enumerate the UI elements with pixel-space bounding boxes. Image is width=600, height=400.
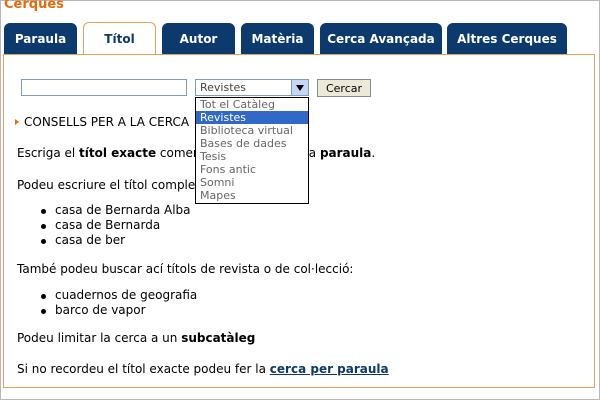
tab-bar: Paraula Títol Autor Matèria Cerca Avança… [3, 22, 597, 55]
bullet-arrow-icon [15, 119, 19, 125]
text: Si no recordeu el títol exacte podeu fer… [17, 362, 270, 376]
tab-altres-cerques[interactable]: Altres Cerques [447, 23, 567, 54]
list-item: casa de ber [17, 233, 191, 248]
catalog-select[interactable]: Revistes [195, 79, 309, 96]
option-biblioteca-virtual[interactable]: Biblioteca virtual [196, 124, 308, 137]
advice-heading-text: CONSELLS PER A LA CERCA [24, 115, 190, 129]
list-item: barco de vapor [17, 303, 197, 318]
option-tot-el-cataleg[interactable]: Tot el Catàleg [196, 98, 308, 111]
tab-label: Altres Cerques [457, 31, 557, 46]
word-search-paragraph: Si no recordeu el títol exacte podeu fer… [17, 362, 389, 376]
journal-titles-paragraph: També podeu buscar ací títols de revista… [17, 262, 354, 276]
list-item: casa de Bernarda [17, 218, 191, 233]
option-bases-de-dades[interactable]: Bases de dades [196, 137, 308, 150]
catalog-dropdown-list: Tot el Catàleg Revistes Biblioteca virtu… [195, 97, 309, 204]
emphasis: subcatàleg [181, 331, 256, 345]
option-revistes[interactable]: Revistes [196, 111, 308, 124]
advice-heading: CONSELLS PER A LA CERCA [15, 115, 189, 129]
tab-titol[interactable]: Títol [83, 22, 156, 55]
list-item: casa de Bernarda Alba [17, 203, 191, 218]
emphasis: títol exacte [79, 146, 157, 160]
tab-paraula[interactable]: Paraula [4, 23, 77, 54]
search-input[interactable] [21, 79, 187, 96]
word-search-link[interactable]: cerca per paraula [270, 362, 389, 376]
option-tesis[interactable]: Tesis [196, 150, 308, 163]
select-value: Revistes [200, 81, 247, 94]
tab-label: Matèria [251, 31, 304, 46]
search-button[interactable]: Cercar [317, 79, 371, 97]
tab-autor[interactable]: Autor [162, 23, 235, 54]
tab-label: Paraula [14, 31, 67, 46]
text: . [371, 146, 376, 160]
page-title: Cerques [4, 0, 64, 12]
journal-examples-list: cuadernos de geografia barco de vapor [17, 288, 197, 318]
text: Escriga el [17, 146, 80, 160]
option-fons-antic[interactable]: Fons antic [196, 163, 308, 176]
text: Podeu limitar la cerca a un [17, 331, 182, 345]
subcatalog-paragraph: Podeu limitar la cerca a un subcatàleg [17, 331, 255, 345]
tab-label: Autor [179, 31, 218, 46]
option-mapes[interactable]: Mapes [196, 189, 308, 202]
chevron-down-icon[interactable] [291, 80, 308, 95]
tab-materia[interactable]: Matèria [241, 23, 314, 54]
tab-label: Títol [104, 32, 135, 46]
emphasis: paraula [319, 146, 372, 160]
tab-cerca-avancada[interactable]: Cerca Avançada [320, 23, 442, 54]
option-somni[interactable]: Somni [196, 176, 308, 189]
title-examples-list: casa de Bernarda Alba casa de Bernarda c… [17, 203, 191, 248]
list-item: cuadernos de geografia [17, 288, 197, 303]
tab-label: Cerca Avançada [327, 31, 435, 46]
